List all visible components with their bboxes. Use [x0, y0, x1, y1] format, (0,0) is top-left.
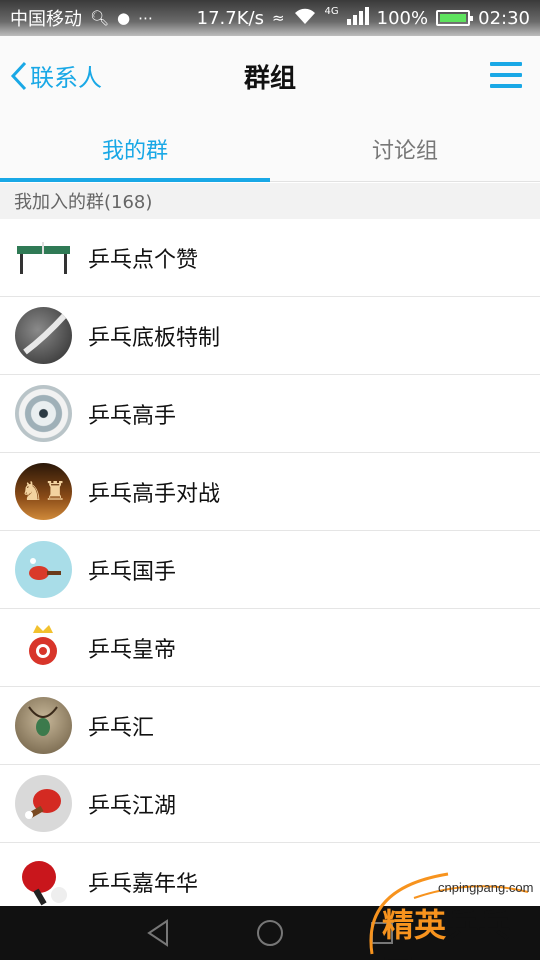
list-item[interactable]: 乒乓皇帝: [0, 609, 540, 687]
spiral-staircase-icon: [15, 385, 72, 442]
table-tennis-table-icon: [15, 229, 72, 286]
list-item[interactable]: 乒乓汇: [0, 687, 540, 765]
group-name: 乒乓国手: [88, 559, 177, 585]
list-item[interactable]: 乒乓国手: [0, 531, 540, 609]
hamburger-icon: [490, 62, 522, 66]
group-name: 乒乓点个赞: [88, 247, 199, 273]
paddle-icon: [15, 541, 72, 598]
group-list: 乒乓点个赞 乒乓底板特制 乒乓高手 ♞♜ 乒乓高手对战 乒乓国手 乒乓皇帝 乒乓…: [0, 219, 540, 921]
watermark-domain: cnpingpang.com: [438, 880, 534, 895]
home-circle-icon[interactable]: [253, 916, 287, 950]
group-name: 乒乓底板特制: [88, 325, 221, 351]
chess-icon: ♞♜: [15, 463, 72, 520]
group-name: 乒乓高手: [88, 403, 177, 429]
watermark-brand: 精英乒乓网: [382, 900, 540, 960]
watermark-brand-a: 精英: [382, 906, 447, 944]
clock: 02:30: [478, 7, 530, 29]
vibrate-icon: ≈: [271, 9, 285, 27]
wifi-icon: [293, 7, 317, 29]
tab-my-groups[interactable]: 我的群: [0, 116, 270, 182]
pendant-icon: [15, 697, 72, 754]
app-notification-icon: ●: [117, 9, 131, 27]
menu-button[interactable]: [490, 62, 522, 88]
red-paddle-icon: [15, 775, 72, 832]
section-header: 我加入的群(168): [0, 183, 540, 219]
network-speed: 17.7K/s: [196, 7, 264, 29]
list-item[interactable]: ♞♜ 乒乓高手对战: [0, 453, 540, 531]
red-paddle-ball-icon: [15, 853, 72, 910]
app-header: 联系人 群组: [0, 36, 540, 116]
group-name: 乒乓皇帝: [88, 637, 177, 663]
crown-ball-icon: [15, 619, 72, 676]
battery-icon: [436, 10, 474, 26]
signal-icon: [346, 6, 369, 30]
list-item[interactable]: 乒乓点个赞: [0, 219, 540, 297]
group-name: 乒乓江湖: [88, 793, 177, 819]
back-triangle-icon[interactable]: [141, 916, 175, 950]
battery-percent: 100%: [376, 7, 429, 29]
more-icon: ⋯: [138, 9, 154, 27]
list-item[interactable]: 乒乓高手: [0, 375, 540, 453]
list-item[interactable]: 乒乓江湖: [0, 765, 540, 843]
search-icon: 🔍︎: [90, 9, 110, 27]
watermark-logo: cnpingpang.com 精英乒乓网: [352, 858, 540, 960]
group-name: 乒乓高手对战: [88, 481, 221, 507]
group-name: 乒乓嘉年华: [88, 871, 199, 897]
network-type: 4G: [324, 5, 339, 17]
blade-icon: [15, 307, 72, 364]
tab-discussion-groups[interactable]: 讨论组: [270, 116, 540, 181]
group-name: 乒乓汇: [88, 715, 155, 741]
carrier-label: 中国移动: [10, 9, 82, 30]
list-item[interactable]: 乒乓底板特制: [0, 297, 540, 375]
page-title: 群组: [243, 64, 296, 94]
status-bar: 中国移动 🔍︎ ● ⋯ 17.7K/s ≈ 4G 100% 02:30: [0, 0, 540, 36]
tab-bar: 我的群 讨论组: [0, 116, 540, 182]
